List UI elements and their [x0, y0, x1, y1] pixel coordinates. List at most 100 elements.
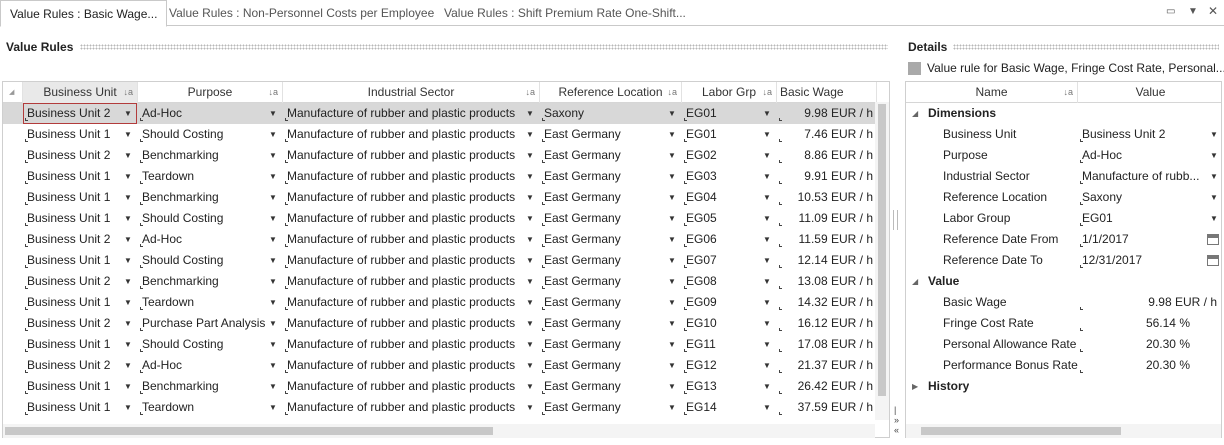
chevron-down-icon[interactable]: ▼	[526, 313, 534, 334]
property-value[interactable]: Ad-Hoc	[1082, 145, 1200, 166]
chevron-down-icon[interactable]: ▼	[1210, 166, 1218, 187]
property-row[interactable]: Basic Wage 9.98 EUR / h	[906, 292, 1221, 313]
table-row[interactable]: Business Unit 2 ▼ Benchmarking ▼ Manufacture…	[3, 145, 889, 166]
scrollbar-thumb[interactable]	[878, 104, 886, 396]
cell-sector[interactable]: Manufacture of rubber and plastic produc…	[287, 145, 522, 166]
cell-wage[interactable]: 13.08 EUR / h	[781, 271, 873, 292]
cell-purpose[interactable]: Should Costing	[142, 334, 265, 355]
cell-purpose[interactable]: Teardown	[142, 397, 265, 418]
chevron-down-icon[interactable]: ▼	[668, 271, 676, 292]
cell-bu[interactable]: Business Unit 1	[27, 376, 120, 397]
chevron-down-icon[interactable]: ▼	[526, 250, 534, 271]
cell-wage[interactable]: 14.32 EUR / h	[781, 292, 873, 313]
cell-wage[interactable]: 9.91 EUR / h	[781, 166, 873, 187]
chevron-down-icon[interactable]: ▼	[269, 313, 277, 334]
cell-loc[interactable]: East Germany	[544, 187, 664, 208]
chevron-down-icon[interactable]: ▼	[526, 397, 534, 418]
chevron-down-icon[interactable]: ▼	[763, 103, 771, 124]
table-row[interactable]: Business Unit 1 ▼ Teardown ▼ Manufacture of …	[3, 397, 889, 418]
cell-sector[interactable]: Manufacture of rubber and plastic produc…	[287, 334, 522, 355]
sort-icon[interactable]: ↓a	[762, 82, 772, 103]
table-row[interactable]: Business Unit 2 ▼ Benchmarking ▼ Manufacture…	[3, 271, 889, 292]
cell-purpose[interactable]: Should Costing	[142, 250, 265, 271]
chevron-down-icon[interactable]: ▼	[1210, 124, 1218, 145]
cell-grp[interactable]: EG07	[686, 250, 759, 271]
chevron-down-icon[interactable]: ▼	[763, 124, 771, 145]
property-value[interactable]: EG01	[1082, 208, 1200, 229]
property-value[interactable]: 12/31/2017	[1082, 250, 1200, 271]
cell-purpose[interactable]: Benchmarking	[142, 376, 265, 397]
chevron-down-icon[interactable]: ▼	[269, 229, 277, 250]
collapse-triangle-icon[interactable]: ▶	[912, 376, 918, 397]
chevron-down-icon[interactable]: ▼	[668, 124, 676, 145]
chevron-down-icon[interactable]: ▼	[124, 145, 132, 166]
table-row[interactable]: Business Unit 2 ▼ Purchase Part Analysis ▼ M…	[3, 313, 889, 334]
cell-grp[interactable]: EG03	[686, 166, 759, 187]
chevron-down-icon[interactable]: ▼	[668, 187, 676, 208]
cell-bu[interactable]: Business Unit 1	[27, 292, 120, 313]
column-header-name[interactable]: Name ↓a	[906, 82, 1078, 103]
cell-sector[interactable]: Manufacture of rubber and plastic produc…	[287, 124, 522, 145]
cell-purpose[interactable]: Ad-Hoc	[142, 355, 265, 376]
cell-loc[interactable]: East Germany	[544, 208, 664, 229]
cell-grp[interactable]: EG11	[686, 334, 759, 355]
cell-wage[interactable]: 16.12 EUR / h	[781, 313, 873, 334]
cell-grp[interactable]: EG02	[686, 145, 759, 166]
cell-loc[interactable]: East Germany	[544, 313, 664, 334]
property-value[interactable]: Business Unit 2	[1082, 124, 1200, 145]
cell-sector[interactable]: Manufacture of rubber and plastic produc…	[287, 208, 522, 229]
property-value[interactable]: 1/1/2017	[1082, 229, 1200, 250]
calendar-icon[interactable]	[1207, 255, 1219, 266]
cell-purpose[interactable]: Should Costing	[142, 124, 265, 145]
cell-purpose[interactable]: Should Costing	[142, 208, 265, 229]
window-list-icon[interactable]: ▭	[1166, 6, 1175, 17]
cell-wage[interactable]: 8.86 EUR / h	[781, 145, 873, 166]
cell-wage[interactable]: 12.14 EUR / h	[781, 250, 873, 271]
chevron-down-icon[interactable]: ▼	[269, 124, 277, 145]
table-row[interactable]: Business Unit 1 ▼ Should Costing ▼ Manufactu…	[3, 250, 889, 271]
cell-loc[interactable]: East Germany	[544, 355, 664, 376]
chevron-down-icon[interactable]: ▼	[526, 376, 534, 397]
chevron-down-icon[interactable]: ▼	[124, 355, 132, 376]
chevron-down-icon[interactable]: ▼	[763, 292, 771, 313]
property-row[interactable]: Fringe Cost Rate 56.14 %	[906, 313, 1221, 334]
chevron-down-icon[interactable]: ▼	[763, 208, 771, 229]
property-row[interactable]: Reference Date To 12/31/2017	[906, 250, 1221, 271]
chevron-down-icon[interactable]: ▼	[668, 334, 676, 355]
scrollbar-thumb[interactable]	[921, 427, 1121, 435]
property-value[interactable]: 9.98 EUR / h	[1082, 292, 1220, 313]
cell-bu[interactable]: Business Unit 1	[27, 124, 120, 145]
sort-icon[interactable]: ↓a	[123, 82, 133, 103]
sort-icon[interactable]: ↓a	[667, 82, 677, 103]
cell-wage[interactable]: 17.08 EUR / h	[781, 334, 873, 355]
cell-purpose[interactable]: Ad-Hoc	[142, 103, 265, 124]
expand-triangle-icon[interactable]: ◢	[912, 271, 918, 292]
chevron-down-icon[interactable]: ▼	[124, 187, 132, 208]
chevron-down-icon[interactable]: ▼	[1210, 187, 1218, 208]
close-icon[interactable]: ✕	[1208, 4, 1218, 18]
cell-sector[interactable]: Manufacture of rubber and plastic produc…	[287, 229, 522, 250]
table-row[interactable]: Business Unit 1 ▼ Should Costing ▼ Manufactu…	[3, 334, 889, 355]
cell-bu[interactable]: Business Unit 2	[27, 313, 120, 334]
cell-loc[interactable]: East Germany	[544, 334, 664, 355]
chevron-down-icon[interactable]: ▼	[763, 313, 771, 334]
property-value[interactable]: Manufacture of rubb...	[1082, 166, 1200, 187]
property-value[interactable]: 56.14 %	[1082, 313, 1220, 334]
cell-grp[interactable]: EG04	[686, 187, 759, 208]
chevron-down-icon[interactable]: ▼	[269, 292, 277, 313]
cell-purpose[interactable]: Benchmarking	[142, 145, 265, 166]
cell-wage[interactable]: 10.53 EUR / h	[781, 187, 873, 208]
cell-wage[interactable]: 37.59 EUR / h	[781, 397, 873, 418]
table-row[interactable]: Business Unit 1 ▼ Benchmarking ▼ Manufacture…	[3, 187, 889, 208]
property-value[interactable]: 20.30 %	[1082, 334, 1220, 355]
property-row[interactable]: Labor Group EG01 ▼	[906, 208, 1221, 229]
chevron-down-icon[interactable]: ▼	[269, 397, 277, 418]
cell-loc[interactable]: East Germany	[544, 292, 664, 313]
chevron-down-icon[interactable]: ▼	[526, 145, 534, 166]
table-row[interactable]: Business Unit 1 ▼ Benchmarking ▼ Manufacture…	[3, 376, 889, 397]
chevron-down-icon[interactable]: ▼	[526, 355, 534, 376]
chevron-down-icon[interactable]: ▼	[269, 250, 277, 271]
cell-grp[interactable]: EG05	[686, 208, 759, 229]
property-row[interactable]: Industrial Sector Manufacture of rubb... ▼	[906, 166, 1221, 187]
chevron-down-icon[interactable]: ▼	[526, 229, 534, 250]
